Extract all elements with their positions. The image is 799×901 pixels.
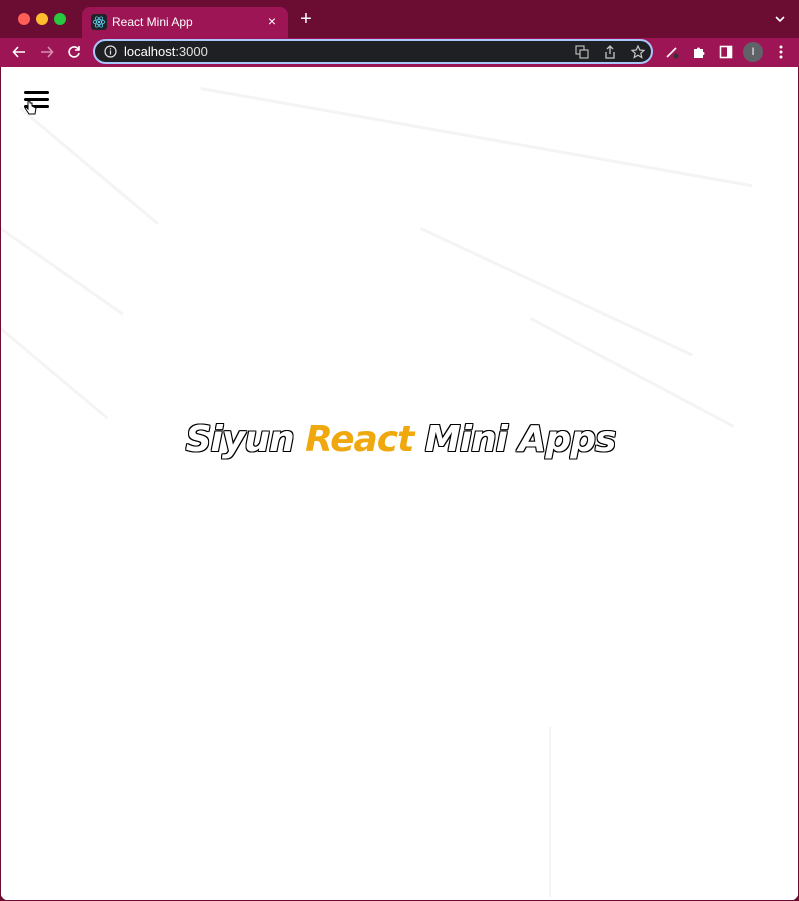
hero-heading: Siyun React Mini Apps: [1, 419, 798, 460]
background-streak: [529, 317, 735, 428]
chevron-down-icon[interactable]: [773, 12, 787, 26]
close-tab-icon[interactable]: ×: [264, 13, 280, 29]
react-icon: [91, 14, 107, 30]
background-streak: [549, 727, 551, 897]
tab-react-mini-app[interactable]: React Mini App ×: [82, 7, 288, 38]
hero-word-mini-apps: Mini Apps: [424, 419, 616, 460]
more-options-icon[interactable]: [771, 42, 791, 62]
address-bar[interactable]: localhost:3000: [93, 39, 653, 64]
minimize-window-button[interactable]: [36, 13, 48, 25]
maximize-window-button[interactable]: [54, 13, 66, 25]
tab-strip: React Mini App × +: [0, 0, 799, 38]
forward-arrow-icon[interactable]: [37, 42, 57, 62]
hero-word-siyun: Siyun: [185, 419, 295, 460]
bookmark-star-icon[interactable]: [630, 44, 645, 59]
background-streak: [1, 227, 124, 316]
url-text[interactable]: localhost:3000: [124, 44, 208, 59]
pen-extension-icon[interactable]: [662, 42, 682, 62]
hero-word-react: React: [305, 419, 414, 460]
info-icon[interactable]: [104, 45, 117, 58]
extensions-puzzle-icon[interactable]: [689, 42, 709, 62]
url-port: :3000: [175, 44, 208, 59]
browser-window: React Mini App × + localhost:3000 I Siyu…: [0, 0, 799, 901]
side-panel-icon[interactable]: [716, 42, 736, 62]
hamburger-bar: [24, 91, 49, 94]
new-tab-button[interactable]: +: [297, 9, 315, 29]
reload-icon[interactable]: [64, 42, 84, 62]
share-icon[interactable]: [602, 44, 617, 59]
page-content: Siyun React Mini Apps: [1, 67, 798, 900]
translate-icon[interactable]: [574, 44, 589, 59]
background-streak: [19, 107, 159, 225]
background-streak: [200, 87, 753, 188]
background-streak: [1, 327, 109, 420]
tab-title: React Mini App: [112, 15, 193, 29]
back-arrow-icon[interactable]: [9, 42, 29, 62]
profile-avatar[interactable]: I: [743, 42, 763, 62]
browser-toolbar: localhost:3000 I: [0, 38, 799, 67]
background-streak: [419, 227, 693, 357]
url-host: localhost: [124, 44, 176, 59]
close-window-button[interactable]: [18, 13, 30, 25]
hand-cursor-icon: [24, 100, 38, 116]
